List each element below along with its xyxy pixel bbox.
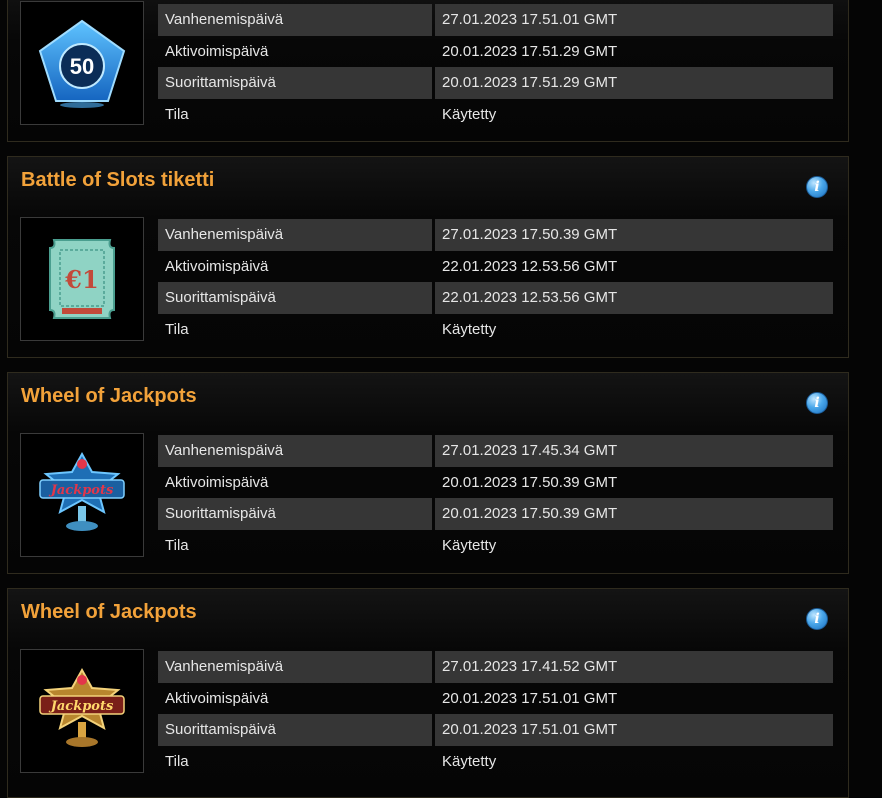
activation-label: Aktivoimispäivä bbox=[165, 473, 269, 491]
bonus-thumbnail: 50 bbox=[20, 1, 144, 125]
table-row: Suorittamispäivä 20.01.2023 17.50.39 GMT bbox=[158, 498, 833, 530]
completion-value: 20.01.2023 17.50.39 GMT bbox=[435, 498, 833, 530]
table-row: Suorittamispäivä 22.01.2023 12.53.56 GMT bbox=[158, 282, 833, 314]
expiry-label: Vanhenemispäivä bbox=[158, 651, 432, 683]
table-row: Aktivoimispäivä 20.01.2023 17.51.01 GMT bbox=[158, 683, 833, 715]
expiry-label: Vanhenemispäivä bbox=[158, 219, 432, 251]
table-row: Tila Käytetty bbox=[158, 530, 833, 562]
table-row: Tila Käytetty bbox=[158, 99, 833, 131]
bonus-card: Wheel of Jackpots i Jackpots Vanhenemisp… bbox=[7, 588, 849, 798]
jackpots-blue-icon: Jackpots bbox=[39, 451, 125, 531]
table-row: Aktivoimispäivä 20.01.2023 17.50.39 GMT bbox=[158, 467, 833, 499]
completion-label: Suorittamispäivä bbox=[158, 498, 432, 530]
status-value: Käytetty bbox=[442, 105, 497, 123]
status-label: Tila bbox=[165, 752, 189, 770]
jackpots-label: Jackpots bbox=[48, 483, 114, 498]
ticket-value: €1 bbox=[64, 265, 98, 294]
expiry-label: Vanhenemispäivä bbox=[158, 435, 432, 467]
details-table: Vanhenemispäivä 27.01.2023 17.41.52 GMT A… bbox=[158, 651, 833, 777]
table-row: Suorittamispäivä 20.01.2023 17.51.29 GMT bbox=[158, 67, 833, 99]
status-value: Käytetty bbox=[442, 320, 497, 338]
bonus-thumbnail: Jackpots bbox=[20, 649, 144, 773]
table-row: Vanhenemispäivä 27.01.2023 17.41.52 GMT bbox=[158, 651, 833, 683]
table-row: Tila Käytetty bbox=[158, 746, 833, 778]
jackpots-label: Jackpots bbox=[48, 699, 114, 714]
table-row: Suorittamispäivä 20.01.2023 17.51.01 GMT bbox=[158, 714, 833, 746]
status-value: Käytetty bbox=[442, 536, 497, 554]
table-row: Vanhenemispäivä 27.01.2023 17.51.01 GMT bbox=[158, 4, 833, 36]
status-label: Tila bbox=[165, 320, 189, 338]
completion-label: Suorittamispäivä bbox=[158, 67, 432, 99]
card-title: Battle of Slots tiketti bbox=[21, 169, 215, 191]
bonus-card: Battle of Slots tiketti i €1 Vanhenemisp… bbox=[7, 156, 849, 358]
expiry-value: 27.01.2023 17.45.34 GMT bbox=[435, 435, 833, 467]
status-value: Käytetty bbox=[442, 752, 497, 770]
expiry-value: 27.01.2023 17.50.39 GMT bbox=[435, 219, 833, 251]
completion-value: 20.01.2023 17.51.29 GMT bbox=[435, 67, 833, 99]
completion-label: Suorittamispäivä bbox=[158, 714, 432, 746]
table-row: Vanhenemispäivä 27.01.2023 17.45.34 GMT bbox=[158, 435, 833, 467]
activation-label: Aktivoimispäivä bbox=[165, 689, 269, 707]
details-table: Vanhenemispäivä 27.01.2023 17.51.01 GMT A… bbox=[158, 4, 833, 130]
bonus-card: 50 Vanhenemispäivä 27.01.2023 17.51.01 GM… bbox=[7, 0, 849, 142]
card-title: Wheel of Jackpots bbox=[21, 385, 197, 407]
info-icon[interactable]: i bbox=[806, 392, 828, 414]
activation-value: 20.01.2023 17.50.39 GMT bbox=[442, 473, 618, 491]
activation-value: 20.01.2023 17.51.01 GMT bbox=[442, 689, 618, 707]
completion-value: 22.01.2023 12.53.56 GMT bbox=[435, 282, 833, 314]
jackpots-gold-icon: Jackpots bbox=[39, 667, 125, 747]
details-table: Vanhenemispäivä 27.01.2023 17.50.39 GMT A… bbox=[158, 219, 833, 345]
status-label: Tila bbox=[165, 536, 189, 554]
activation-label: Aktivoimispäivä bbox=[165, 42, 269, 60]
card-title: Wheel of Jackpots bbox=[21, 601, 197, 623]
activation-value: 20.01.2023 17.51.29 GMT bbox=[442, 42, 618, 60]
50-badge-icon: 50 bbox=[38, 19, 126, 108]
badge-number: 50 bbox=[70, 54, 94, 79]
table-row: Tila Käytetty bbox=[158, 314, 833, 346]
status-label: Tila bbox=[165, 105, 189, 123]
activation-value: 22.01.2023 12.53.56 GMT bbox=[442, 257, 618, 275]
activation-label: Aktivoimispäivä bbox=[165, 257, 269, 275]
table-row: Aktivoimispäivä 22.01.2023 12.53.56 GMT bbox=[158, 251, 833, 283]
completion-label: Suorittamispäivä bbox=[158, 282, 432, 314]
expiry-value: 27.01.2023 17.41.52 GMT bbox=[435, 651, 833, 683]
bonus-thumbnail: €1 bbox=[20, 217, 144, 341]
bonus-thumbnail: Jackpots bbox=[20, 433, 144, 557]
table-row: Vanhenemispäivä 27.01.2023 17.50.39 GMT bbox=[158, 219, 833, 251]
info-icon[interactable]: i bbox=[806, 608, 828, 630]
table-row: Aktivoimispäivä 20.01.2023 17.51.29 GMT bbox=[158, 36, 833, 68]
expiry-value: 27.01.2023 17.51.01 GMT bbox=[435, 4, 833, 36]
euro-ticket-icon: €1 bbox=[49, 239, 115, 319]
info-icon[interactable]: i bbox=[806, 176, 828, 198]
bonus-card: Wheel of Jackpots i Jackpots Vanhenemisp… bbox=[7, 372, 849, 574]
expiry-label: Vanhenemispäivä bbox=[158, 4, 432, 36]
details-table: Vanhenemispäivä 27.01.2023 17.45.34 GMT A… bbox=[158, 435, 833, 561]
completion-value: 20.01.2023 17.51.01 GMT bbox=[435, 714, 833, 746]
